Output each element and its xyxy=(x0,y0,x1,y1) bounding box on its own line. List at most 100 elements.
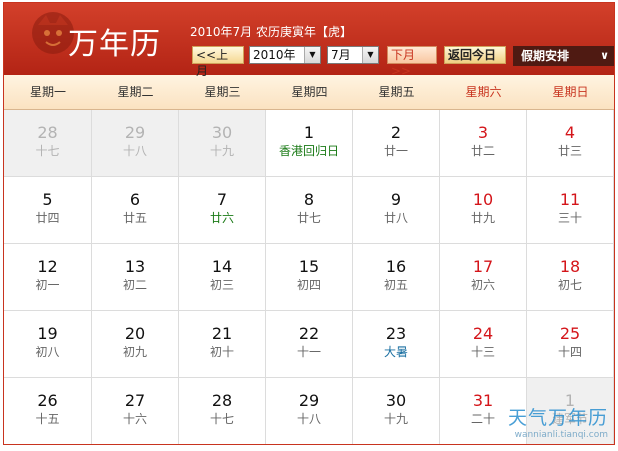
calendar-widget: 万年历 2010年7月 农历庚寅年【虎】 <<上月 2010年 ▼ 7月 ▼ 下… xyxy=(3,2,615,445)
day-number: 17 xyxy=(472,257,494,276)
weekday-label: 星期二 xyxy=(117,85,154,99)
navigation-controls: <<上月 2010年 ▼ 7月 ▼ 下月>> 返回今日 xyxy=(192,45,506,78)
day-cell[interactable]: 4 廿三 xyxy=(527,110,614,177)
day-number: 22 xyxy=(298,324,320,343)
day-cell[interactable]: 19 初八 xyxy=(4,311,92,378)
day-number: 31 xyxy=(472,391,494,410)
next-month-button[interactable]: 下月>> xyxy=(387,46,437,78)
lunar-date: 十七 xyxy=(209,412,234,426)
lunar-date: 初十 xyxy=(209,345,234,359)
weekday-label: 星期三 xyxy=(204,85,241,99)
day-cell[interactable]: 25 十四 xyxy=(527,311,614,378)
day-number: 14 xyxy=(211,257,233,276)
day-cell[interactable]: 2 廿一 xyxy=(353,110,440,177)
day-number: 10 xyxy=(472,190,494,209)
day-cell[interactable]: 1 建军节 xyxy=(527,378,614,444)
lunar-date: 廿五 xyxy=(122,211,147,225)
day-number: 29 xyxy=(124,123,146,142)
day-cell[interactable]: 28 十七 xyxy=(179,378,266,444)
day-cell[interactable]: 14 初三 xyxy=(179,244,266,311)
day-cell[interactable]: 5 廿四 xyxy=(4,177,92,244)
day-cell[interactable]: 15 初四 xyxy=(266,244,353,311)
lunar-date: 初三 xyxy=(209,278,234,292)
day-cell[interactable]: 27 十六 xyxy=(92,378,179,444)
week-row: 12 初一 13 初二 14 初三 15 初四 16 初五 17 初六 18 初七 xyxy=(4,244,614,311)
weekday-label: 星期六 xyxy=(465,85,502,99)
day-number: 13 xyxy=(124,257,146,276)
day-number: 4 xyxy=(564,123,576,142)
week-row: 28 十七 29 十八 30 十九 1 香港回归日 2 廿一 3 廿二 4 廿三 xyxy=(4,110,614,177)
calendar-header: 万年历 2010年7月 农历庚寅年【虎】 <<上月 2010年 ▼ 7月 ▼ 下… xyxy=(4,3,614,78)
day-cell[interactable]: 26 十五 xyxy=(4,378,92,444)
chevron-down-icon[interactable]: ▼ xyxy=(304,47,320,63)
day-number: 20 xyxy=(124,324,146,343)
day-number: 5 xyxy=(42,190,53,209)
lunar-date: 十七 xyxy=(35,144,60,158)
lunar-date: 廿九 xyxy=(470,211,495,225)
day-number: 19 xyxy=(37,324,58,343)
prev-month-button[interactable]: <<上月 xyxy=(192,46,244,78)
day-number: 16 xyxy=(385,257,407,276)
lunar-date: 廿七 xyxy=(296,211,321,225)
day-number: 3 xyxy=(477,123,489,142)
day-number: 30 xyxy=(385,391,407,410)
today-button[interactable]: 返回今日 xyxy=(444,46,506,64)
day-cell[interactable]: 3 廿二 xyxy=(440,110,527,177)
week-row: 5 廿四 6 廿五 7 廿六 8 廿七 9 廿八 10 廿九 11 三十 xyxy=(4,177,614,244)
day-number: 27 xyxy=(124,391,146,410)
day-cell[interactable]: 29 十八 xyxy=(92,110,179,177)
day-cell[interactable]: 29 十八 xyxy=(266,378,353,444)
day-cell[interactable]: 8 廿七 xyxy=(266,177,353,244)
lunar-date: 十九 xyxy=(209,144,234,158)
day-number: 25 xyxy=(559,324,581,343)
lunar-date: 初九 xyxy=(122,345,147,359)
day-cell[interactable]: 31 二十 xyxy=(440,378,527,444)
day-cell[interactable]: 10 廿九 xyxy=(440,177,527,244)
day-number: 7 xyxy=(216,190,228,209)
day-cell[interactable]: 6 廿五 xyxy=(92,177,179,244)
day-cell[interactable]: 9 廿八 xyxy=(353,177,440,244)
day-number: 26 xyxy=(37,391,58,410)
day-cell[interactable]: 12 初一 xyxy=(4,244,92,311)
day-cell[interactable]: 20 初九 xyxy=(92,311,179,378)
lunar-date: 十八 xyxy=(122,144,147,158)
lunar-date: 建军节 xyxy=(551,412,588,426)
day-cell[interactable]: 11 三十 xyxy=(527,177,614,244)
day-cell[interactable]: 28 十七 xyxy=(4,110,92,177)
day-cell[interactable]: 17 初六 xyxy=(440,244,527,311)
chevron-down-icon: ∨ xyxy=(600,49,609,62)
lunar-date: 初四 xyxy=(296,278,321,292)
day-cell[interactable]: 30 十九 xyxy=(179,110,266,177)
lunar-date: 廿六 xyxy=(209,211,234,225)
lunar-date: 初八 xyxy=(35,345,60,359)
lunar-date: 香港回归日 xyxy=(278,144,339,158)
day-number: 30 xyxy=(211,123,233,142)
day-cell[interactable]: 22 十一 xyxy=(266,311,353,378)
day-cell[interactable]: 18 初七 xyxy=(527,244,614,311)
lunar-date: 廿四 xyxy=(35,211,60,225)
day-cell[interactable]: 13 初二 xyxy=(92,244,179,311)
month-select-value: 7月 xyxy=(331,48,351,62)
day-cell[interactable]: 23 大暑 xyxy=(353,311,440,378)
day-number: 29 xyxy=(298,391,320,410)
weekday-label: 星期四 xyxy=(291,85,328,99)
day-cell[interactable]: 16 初五 xyxy=(353,244,440,311)
year-select-value: 2010年 xyxy=(253,48,296,62)
lunar-date: 初二 xyxy=(122,278,147,292)
day-cell[interactable]: 1 香港回归日 xyxy=(266,110,353,177)
lunar-date: 十六 xyxy=(122,412,147,426)
holiday-menu-label: 假期安排 xyxy=(521,49,570,63)
chevron-down-icon[interactable]: ▼ xyxy=(362,47,378,63)
lunar-date: 十五 xyxy=(35,412,60,426)
holiday-schedule-menu[interactable]: 假期安排 ∨ xyxy=(513,46,614,66)
day-number: 28 xyxy=(37,123,58,142)
year-select[interactable]: 2010年 ▼ xyxy=(249,46,321,64)
month-select[interactable]: 7月 ▼ xyxy=(327,46,379,64)
day-cell[interactable]: 21 初十 xyxy=(179,311,266,378)
day-number: 28 xyxy=(211,391,233,410)
day-cell[interactable]: 7 廿六 xyxy=(179,177,266,244)
day-cell[interactable]: 24 十三 xyxy=(440,311,527,378)
day-number: 6 xyxy=(129,190,141,209)
lunar-date: 二十 xyxy=(470,412,495,426)
day-cell[interactable]: 30 十九 xyxy=(353,378,440,444)
